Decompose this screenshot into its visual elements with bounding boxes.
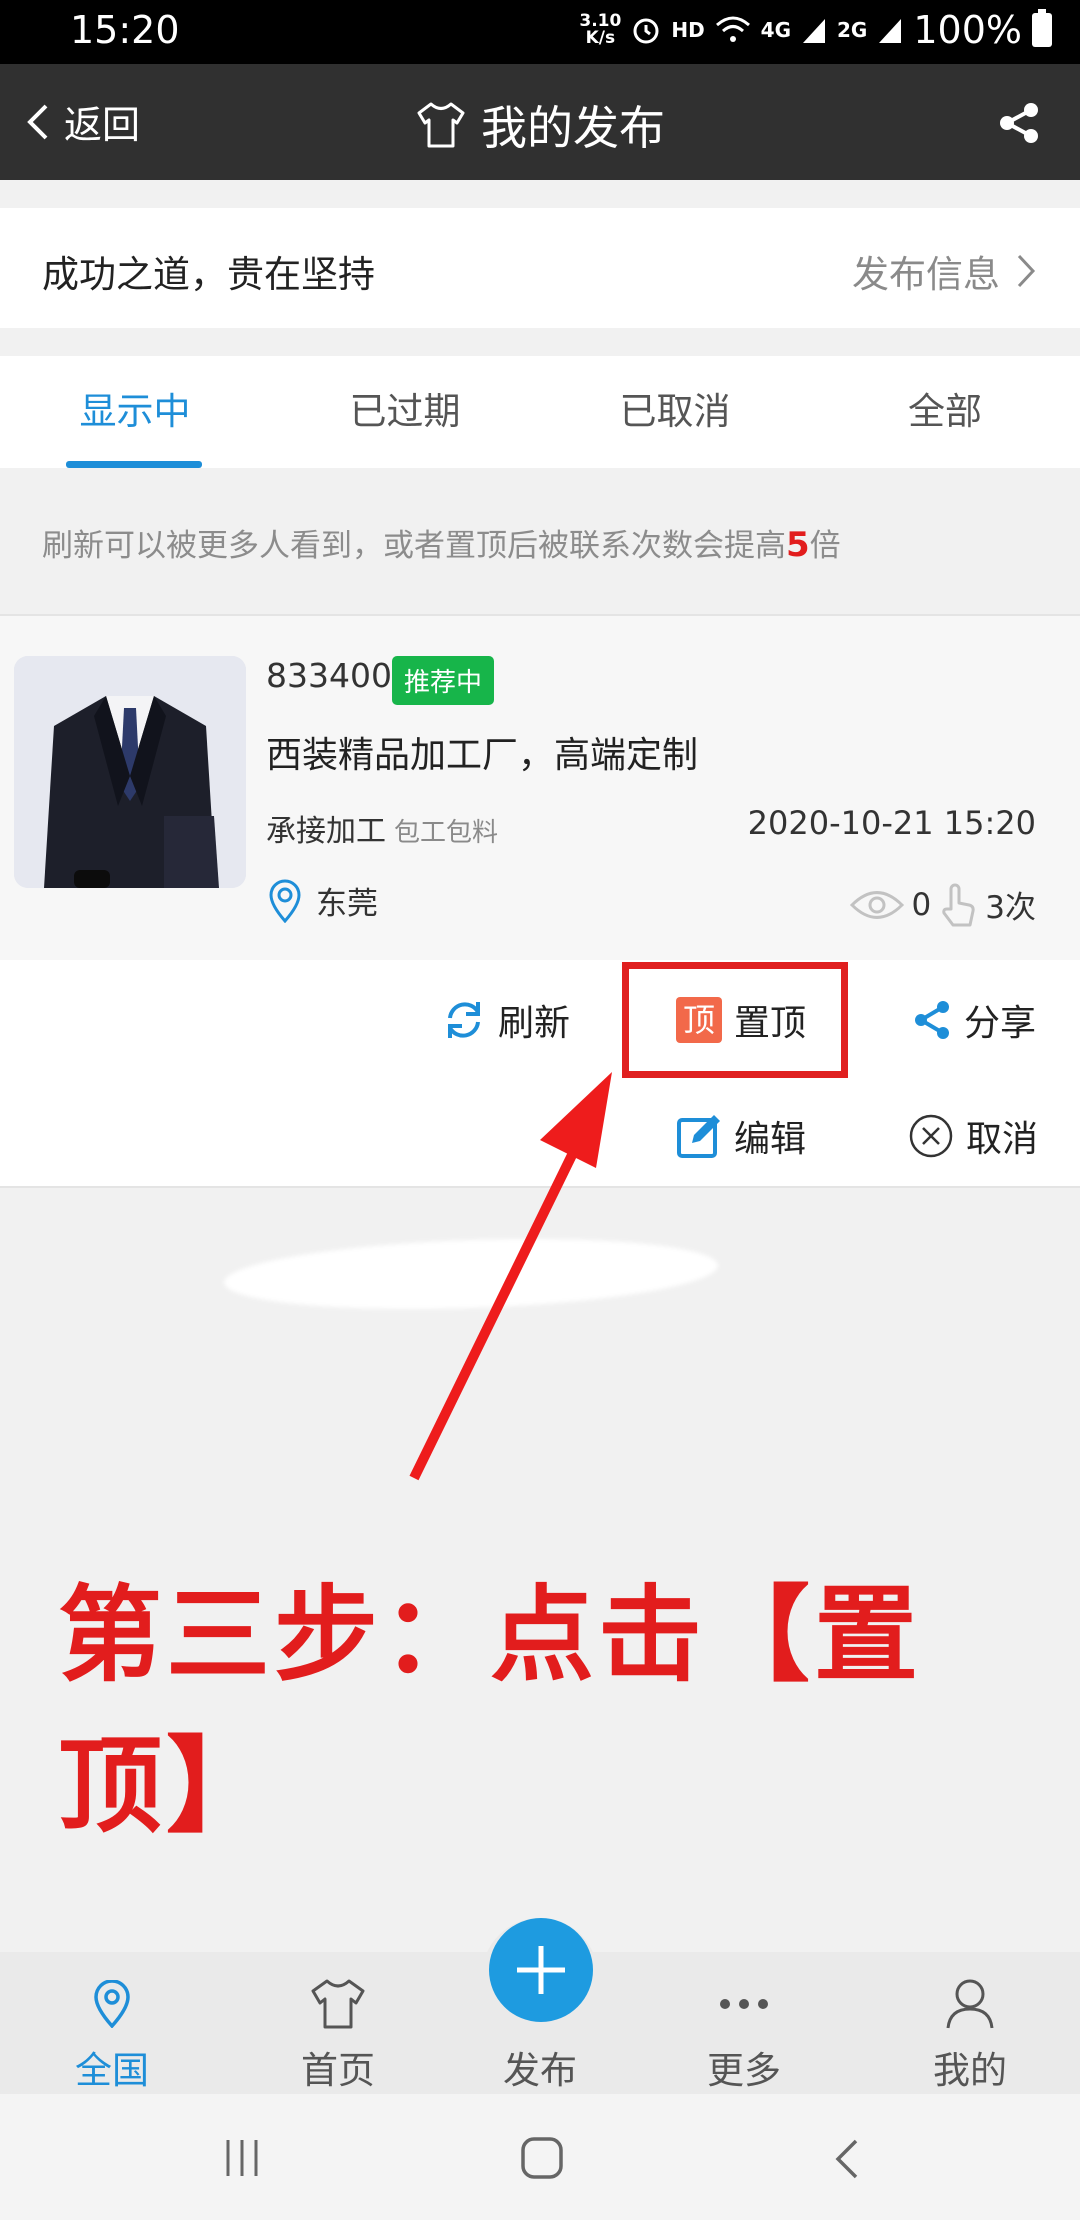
chevron-right-icon (1017, 254, 1036, 288)
status-tabs: 显示中 已过期 已取消 全部 (0, 356, 1080, 468)
edit-icon (677, 1115, 720, 1158)
cancel-label: 取消 (966, 1119, 1039, 1160)
nav-home-label: 首页 (301, 2049, 375, 2092)
tshirt-icon (417, 102, 465, 148)
post-summary[interactable]: 833400 推荐中 西装精品加工厂，高端定制 承接加工 包工包料 2020-10… (0, 616, 1080, 960)
share-button[interactable]: 分享 (912, 994, 1036, 1046)
plus-icon (517, 1946, 565, 1994)
status-time: 15:20 (70, 8, 180, 52)
publish-info-label: 发布信息 (852, 253, 1000, 296)
alarm-icon (633, 18, 659, 44)
tshirt-icon (311, 1979, 365, 2029)
share-icon[interactable] (998, 102, 1040, 144)
title-bar: 返回 我的发布 (0, 64, 1080, 180)
nav-more-label: 更多 (707, 2049, 781, 2092)
speed-unit: K/s (585, 28, 616, 48)
status-badge: 推荐中 (392, 656, 495, 705)
highlight-box (622, 962, 848, 1078)
cancel-button[interactable]: 取消 (908, 1110, 1038, 1162)
system-nav-bar (0, 2094, 1080, 2220)
battery-icon (1032, 9, 1052, 47)
tab-all[interactable]: 全部 (810, 356, 1080, 468)
tab-cancelled[interactable]: 已取消 (540, 356, 810, 468)
refresh-icon (448, 1002, 480, 1038)
nav-more[interactable]: 更多 (664, 1974, 824, 2094)
close-circle-icon (909, 1114, 953, 1158)
user-icon (946, 1979, 994, 2029)
notice-text: 刷新可以被更多人看到，或者置顶后被联系次数会提高5倍 (42, 520, 841, 565)
status-icons: 3.10 K/s HD 4G 2G 100% (579, 8, 1052, 52)
view-count: 0 (911, 886, 932, 923)
contact-count: 3次 (985, 890, 1036, 926)
post-id: 833400 (266, 656, 392, 695)
suit-image (14, 656, 246, 888)
post-card: 833400 推荐中 西装精品加工厂，高端定制 承接加工 包工包料 2020-10… (0, 614, 1080, 1188)
tab-expired[interactable]: 已过期 (270, 356, 540, 468)
redaction-smudge (222, 1231, 720, 1317)
share-icon (915, 1001, 949, 1039)
wifi-icon (715, 16, 750, 42)
nav-mine-label: 我的 (933, 2049, 1007, 2092)
notice-highlight: 5 (786, 525, 810, 565)
refresh-label: 刷新 (498, 1003, 571, 1044)
nav-nation-label: 全国 (75, 2049, 149, 2092)
category-label: 承接加工 (266, 814, 386, 849)
notice-before: 刷新可以被更多人看到，或者置顶后被联系次数会提高 (42, 528, 786, 564)
location-pin-icon (94, 1980, 130, 2028)
publish-fab[interactable] (489, 1918, 593, 2022)
notice-after: 倍 (809, 528, 841, 564)
page-title-text: 我的发布 (481, 101, 665, 155)
post-title: 西装精品加工厂，高端定制 (266, 735, 699, 776)
network-speed: 3.10 K/s (579, 13, 621, 47)
category-sub: 包工包料 (394, 818, 499, 848)
hd-indicator: HD (671, 18, 705, 42)
nav-home[interactable]: 首页 (258, 1974, 418, 2094)
edit-button[interactable]: 编辑 (676, 1110, 806, 1162)
share-label: 分享 (964, 1003, 1037, 1044)
back-icon[interactable] (832, 2138, 862, 2180)
location-pin-icon (269, 879, 301, 923)
battery-percent: 100% (913, 8, 1022, 52)
recent-apps-icon[interactable] (222, 2138, 262, 2178)
status-bar: 15:20 3.10 K/s HD 4G 2G 100% (0, 0, 1080, 64)
network-4g: 4G (760, 18, 792, 42)
slogan-text: 成功之道，贵在坚持 (42, 253, 375, 296)
more-dots-icon (720, 1999, 768, 2009)
post-category: 承接加工 包工包料 (266, 806, 498, 850)
nav-publish-label: 发布 (503, 2049, 577, 2092)
slogan-row: 成功之道，贵在坚持 发布信息 (0, 208, 1080, 328)
signal-icon (879, 19, 902, 43)
edit-label: 编辑 (734, 1119, 807, 1160)
post-stats: 0 3次 (849, 882, 1036, 927)
post-thumbnail (14, 656, 246, 888)
page-title: 我的发布 (0, 92, 1080, 158)
nav-mine[interactable]: 我的 (890, 1974, 1050, 2094)
publish-info-link[interactable]: 发布信息 (852, 244, 1036, 298)
home-icon[interactable] (520, 2136, 564, 2180)
nav-nation[interactable]: 全国 (32, 1974, 192, 2094)
eye-icon (849, 890, 904, 919)
hand-touch-icon (942, 883, 975, 926)
annotation-text: 第三步：点击【置顶】 (58, 1574, 923, 1847)
post-location: 东莞 (268, 878, 378, 923)
post-time: 2020-10-21 15:20 (747, 804, 1036, 842)
refresh-button[interactable]: 刷新 (442, 994, 570, 1046)
signal-icon (803, 19, 826, 43)
tab-showing[interactable]: 显示中 (0, 356, 270, 468)
location-label: 东莞 (316, 886, 378, 922)
network-2g: 2G (837, 18, 868, 42)
